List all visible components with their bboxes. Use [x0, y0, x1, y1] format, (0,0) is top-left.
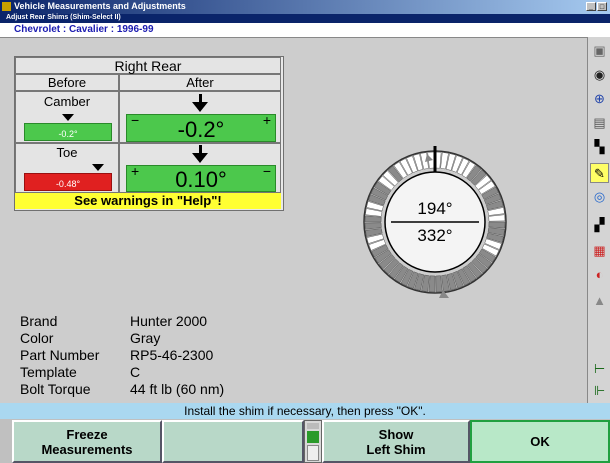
dial-bottom-value: 332° [417, 226, 452, 245]
info-row-part-number: Part Number RP5-46-2300 [20, 347, 320, 364]
camber-label: Camber [43, 94, 91, 109]
dial-segment [488, 221, 506, 229]
button-label: Measurements [41, 441, 133, 457]
info-label: Color [20, 330, 54, 346]
dial-segment [435, 275, 443, 293]
indicator-bottom [307, 445, 319, 461]
panel-header: Right Rear [15, 57, 281, 74]
maximize-button[interactable]: □ [597, 2, 607, 11]
rim-icon[interactable]: ▦ [590, 241, 609, 261]
toe-after-gauge: + − 0.10° [126, 163, 276, 192]
info-label: Part Number [20, 347, 100, 363]
measure-icon[interactable]: ⊢ [590, 359, 609, 379]
vehicle-bar: Chevrolet : Cavalier : 1996-99 [0, 23, 610, 37]
camber-after-cell: − + -0.2° [119, 91, 281, 143]
info-value: C [130, 364, 141, 380]
screen-subtitle: Adjust Rear Shims (Shim-Select II) [6, 14, 121, 21]
status-bar: Install the shim if necessary, then pres… [0, 403, 610, 419]
info-row-color: Color Gray [20, 330, 320, 347]
app-icon [2, 2, 11, 11]
help-warning[interactable]: See warnings in "Help"! [15, 193, 281, 209]
button-label: Show [378, 426, 414, 442]
show-left-shim-button[interactable]: Show Left Shim [322, 420, 470, 463]
key-indicator [304, 420, 322, 463]
indicator-top [307, 423, 319, 429]
info-row-template: Template C [20, 364, 320, 381]
window-titlebar: Vehicle Measurements and Adjustments _ □ [0, 0, 610, 14]
dial-segment [428, 275, 436, 293]
vehicle-name: Chevrolet : Cavalier : 1996-99 [14, 24, 154, 35]
info-value: Gray [130, 330, 161, 346]
spec-icon[interactable]: ◎ [590, 187, 609, 207]
lift-icon[interactable]: ▲ [590, 291, 609, 311]
toe-before-value: -0.48° [55, 179, 81, 189]
after-header: After [119, 74, 281, 91]
camber-before-value: -0.2° [58, 129, 78, 139]
minimize-button[interactable]: _ [586, 2, 596, 11]
info-label: Bolt Torque [20, 381, 91, 397]
dial-top-value: 194° [417, 199, 452, 218]
freeze-measurements-button[interactable]: Freeze Measurements [12, 420, 162, 463]
camber-after-value: -0.2° [177, 117, 225, 142]
camber-after-gauge: − + -0.2° [126, 112, 276, 142]
dial-segment [488, 214, 506, 222]
tire-icon[interactable]: ◉ [590, 65, 609, 85]
toe-label: Toe [56, 145, 78, 160]
adjust-icon[interactable]: ⊕ [590, 89, 609, 109]
toe-before-gauge: -0.48° [24, 173, 112, 191]
camber-before-cell: Camber -0.2° [15, 91, 119, 143]
ok-button[interactable]: OK [470, 420, 610, 463]
button-label: Left Shim [366, 441, 426, 457]
camber-before-arrow-icon [62, 114, 74, 121]
button-label: OK [530, 434, 550, 449]
toe-before-arrow-icon [92, 164, 104, 171]
dial-segment [364, 222, 382, 230]
info-row-bolt-torque: Bolt Torque 44 ft lb (60 nm) [20, 381, 320, 398]
right-toolbar: ▣ ◉ ⊕ ▤ ▚ ✎ ◎ ▞ ▦ ◐ ▲ ⊢ ⊩ [587, 37, 610, 403]
info-label: Brand [20, 313, 58, 329]
f2-button[interactable] [162, 420, 304, 463]
button-label: Freeze [66, 426, 108, 442]
info-value: 44 ft lb (60 nm) [130, 381, 225, 397]
toe-after-cell: + − 0.10° [119, 143, 281, 193]
checkered-flag-icon[interactable]: ▚ [590, 137, 609, 157]
window-title: Vehicle Measurements and Adjustments [14, 1, 186, 11]
shim-info: Brand Hunter 2000 Color Gray Part Number… [20, 313, 320, 399]
indicator-green [307, 431, 319, 443]
wheel-icon[interactable]: ◐ [590, 265, 609, 285]
toe-after-arrow-icon [192, 153, 208, 163]
before-header: Before [15, 74, 119, 91]
camber-before-gauge: -0.2° [24, 123, 112, 141]
car-icon[interactable]: ▤ [590, 113, 609, 133]
toe-before-cell: Toe -0.48° [15, 143, 119, 193]
highlight-icon[interactable]: ✎ [590, 163, 609, 183]
screen-subtitle-bar: Adjust Rear Shims (Shim-Select II) [0, 14, 610, 23]
camber-after-arrow-icon [192, 102, 208, 112]
info-value: Hunter 2000 [130, 313, 208, 329]
vehicle-icon[interactable]: ▣ [590, 41, 609, 61]
toe-after-value: 0.10° [175, 167, 227, 192]
checkered-flag-icon[interactable]: ▞ [590, 215, 609, 235]
measurement-panel: Right Rear Before After Camber -0.2° − +… [14, 56, 284, 211]
info-value: RP5-46-2300 [130, 347, 214, 363]
shim-dial: 194° 332° [363, 146, 507, 298]
measure-icon[interactable]: ⊩ [590, 381, 609, 401]
info-row-brand: Brand Hunter 2000 [20, 313, 320, 330]
info-label: Template [20, 364, 77, 380]
dial-segment [364, 215, 382, 223]
